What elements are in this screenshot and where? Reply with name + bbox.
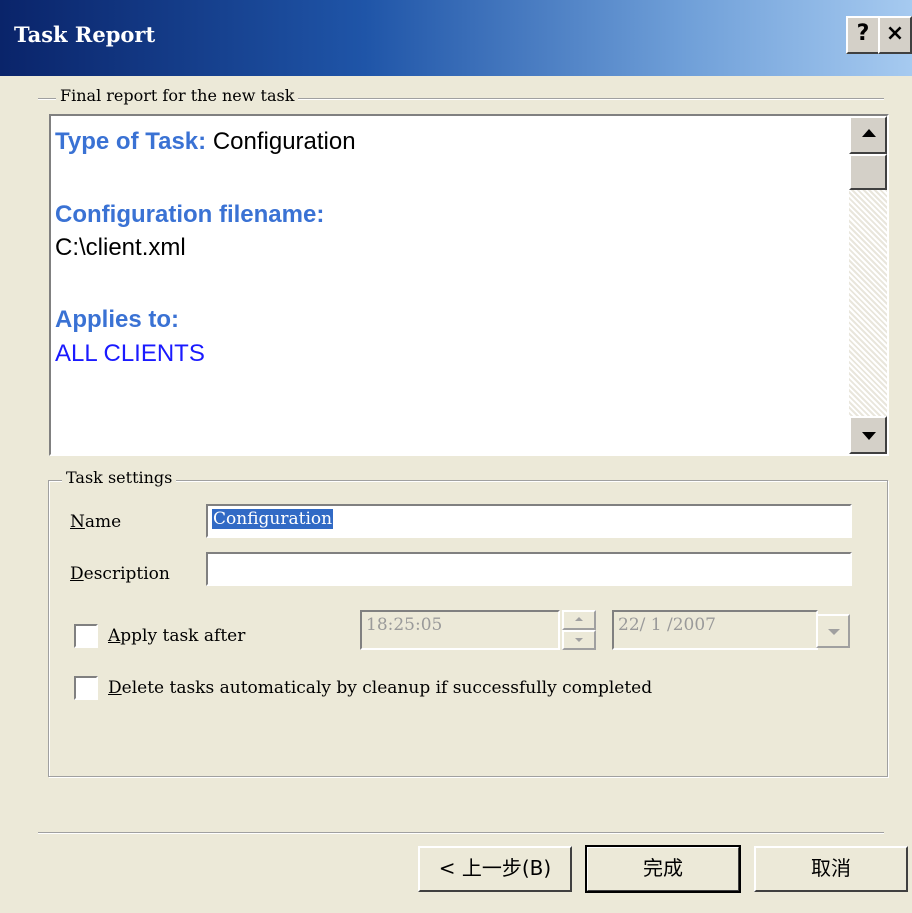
description-label: Description <box>70 564 170 584</box>
apply-after-label: Apply task after <box>108 626 246 646</box>
type-label: Type of Task: <box>55 128 207 155</box>
arrow-down-icon <box>862 432 876 440</box>
spin-up-icon <box>575 617 583 621</box>
date-dropdown-button[interactable] <box>816 614 850 648</box>
scroll-down-button[interactable] <box>849 416 887 454</box>
chevron-down-icon <box>828 629 840 635</box>
name-input[interactable]: Configuration <box>206 504 852 538</box>
name-input-value: Configuration <box>212 509 334 529</box>
window-title: Task Report <box>14 22 156 47</box>
scroll-thumb[interactable] <box>849 154 887 190</box>
spin-down-icon <box>575 638 583 642</box>
report-legend: Final report for the new task <box>56 86 299 105</box>
description-input[interactable] <box>206 552 852 586</box>
arrow-up-icon <box>862 129 876 137</box>
filename-value: C:\client.xml <box>55 234 186 261</box>
filename-label: Configuration filename: <box>55 201 325 228</box>
task-settings-legend: Task settings <box>62 468 177 487</box>
apply-after-checkbox[interactable] <box>74 624 98 648</box>
time-spinner[interactable] <box>562 610 596 650</box>
scroll-up-button[interactable] <box>849 116 887 154</box>
report-scrollbar[interactable] <box>849 116 887 454</box>
close-button[interactable]: × <box>878 16 912 54</box>
back-button[interactable]: < 上一步(B) <box>418 846 572 892</box>
time-input[interactable]: 18:25:05 <box>360 610 560 650</box>
task-report-dialog: Task Report ? × Final report for the new… <box>0 0 912 913</box>
type-line: Type of Task: Configuration <box>55 128 356 156</box>
title-bar: Task Report ? × <box>0 0 912 76</box>
delete-tasks-checkbox[interactable] <box>74 676 98 700</box>
bottom-separator <box>38 832 884 834</box>
cancel-button[interactable]: 取消 <box>754 846 908 892</box>
delete-tasks-label: Delete tasks automaticaly by cleanup if … <box>108 678 653 698</box>
type-value: Configuration <box>212 128 356 155</box>
applies-label: Applies to: <box>55 306 179 333</box>
time-up-button[interactable] <box>562 610 596 630</box>
report-text-box[interactable]: Type of Task: Configuration Configuratio… <box>49 114 889 456</box>
help-button[interactable]: ? <box>846 16 880 54</box>
applies-value: ALL CLIENTS <box>55 340 205 367</box>
date-picker[interactable]: 22/ 1 /2007 <box>612 610 818 650</box>
name-label: Name <box>70 512 122 532</box>
finish-button[interactable]: 完成 <box>585 845 741 893</box>
time-down-button[interactable] <box>562 630 596 650</box>
